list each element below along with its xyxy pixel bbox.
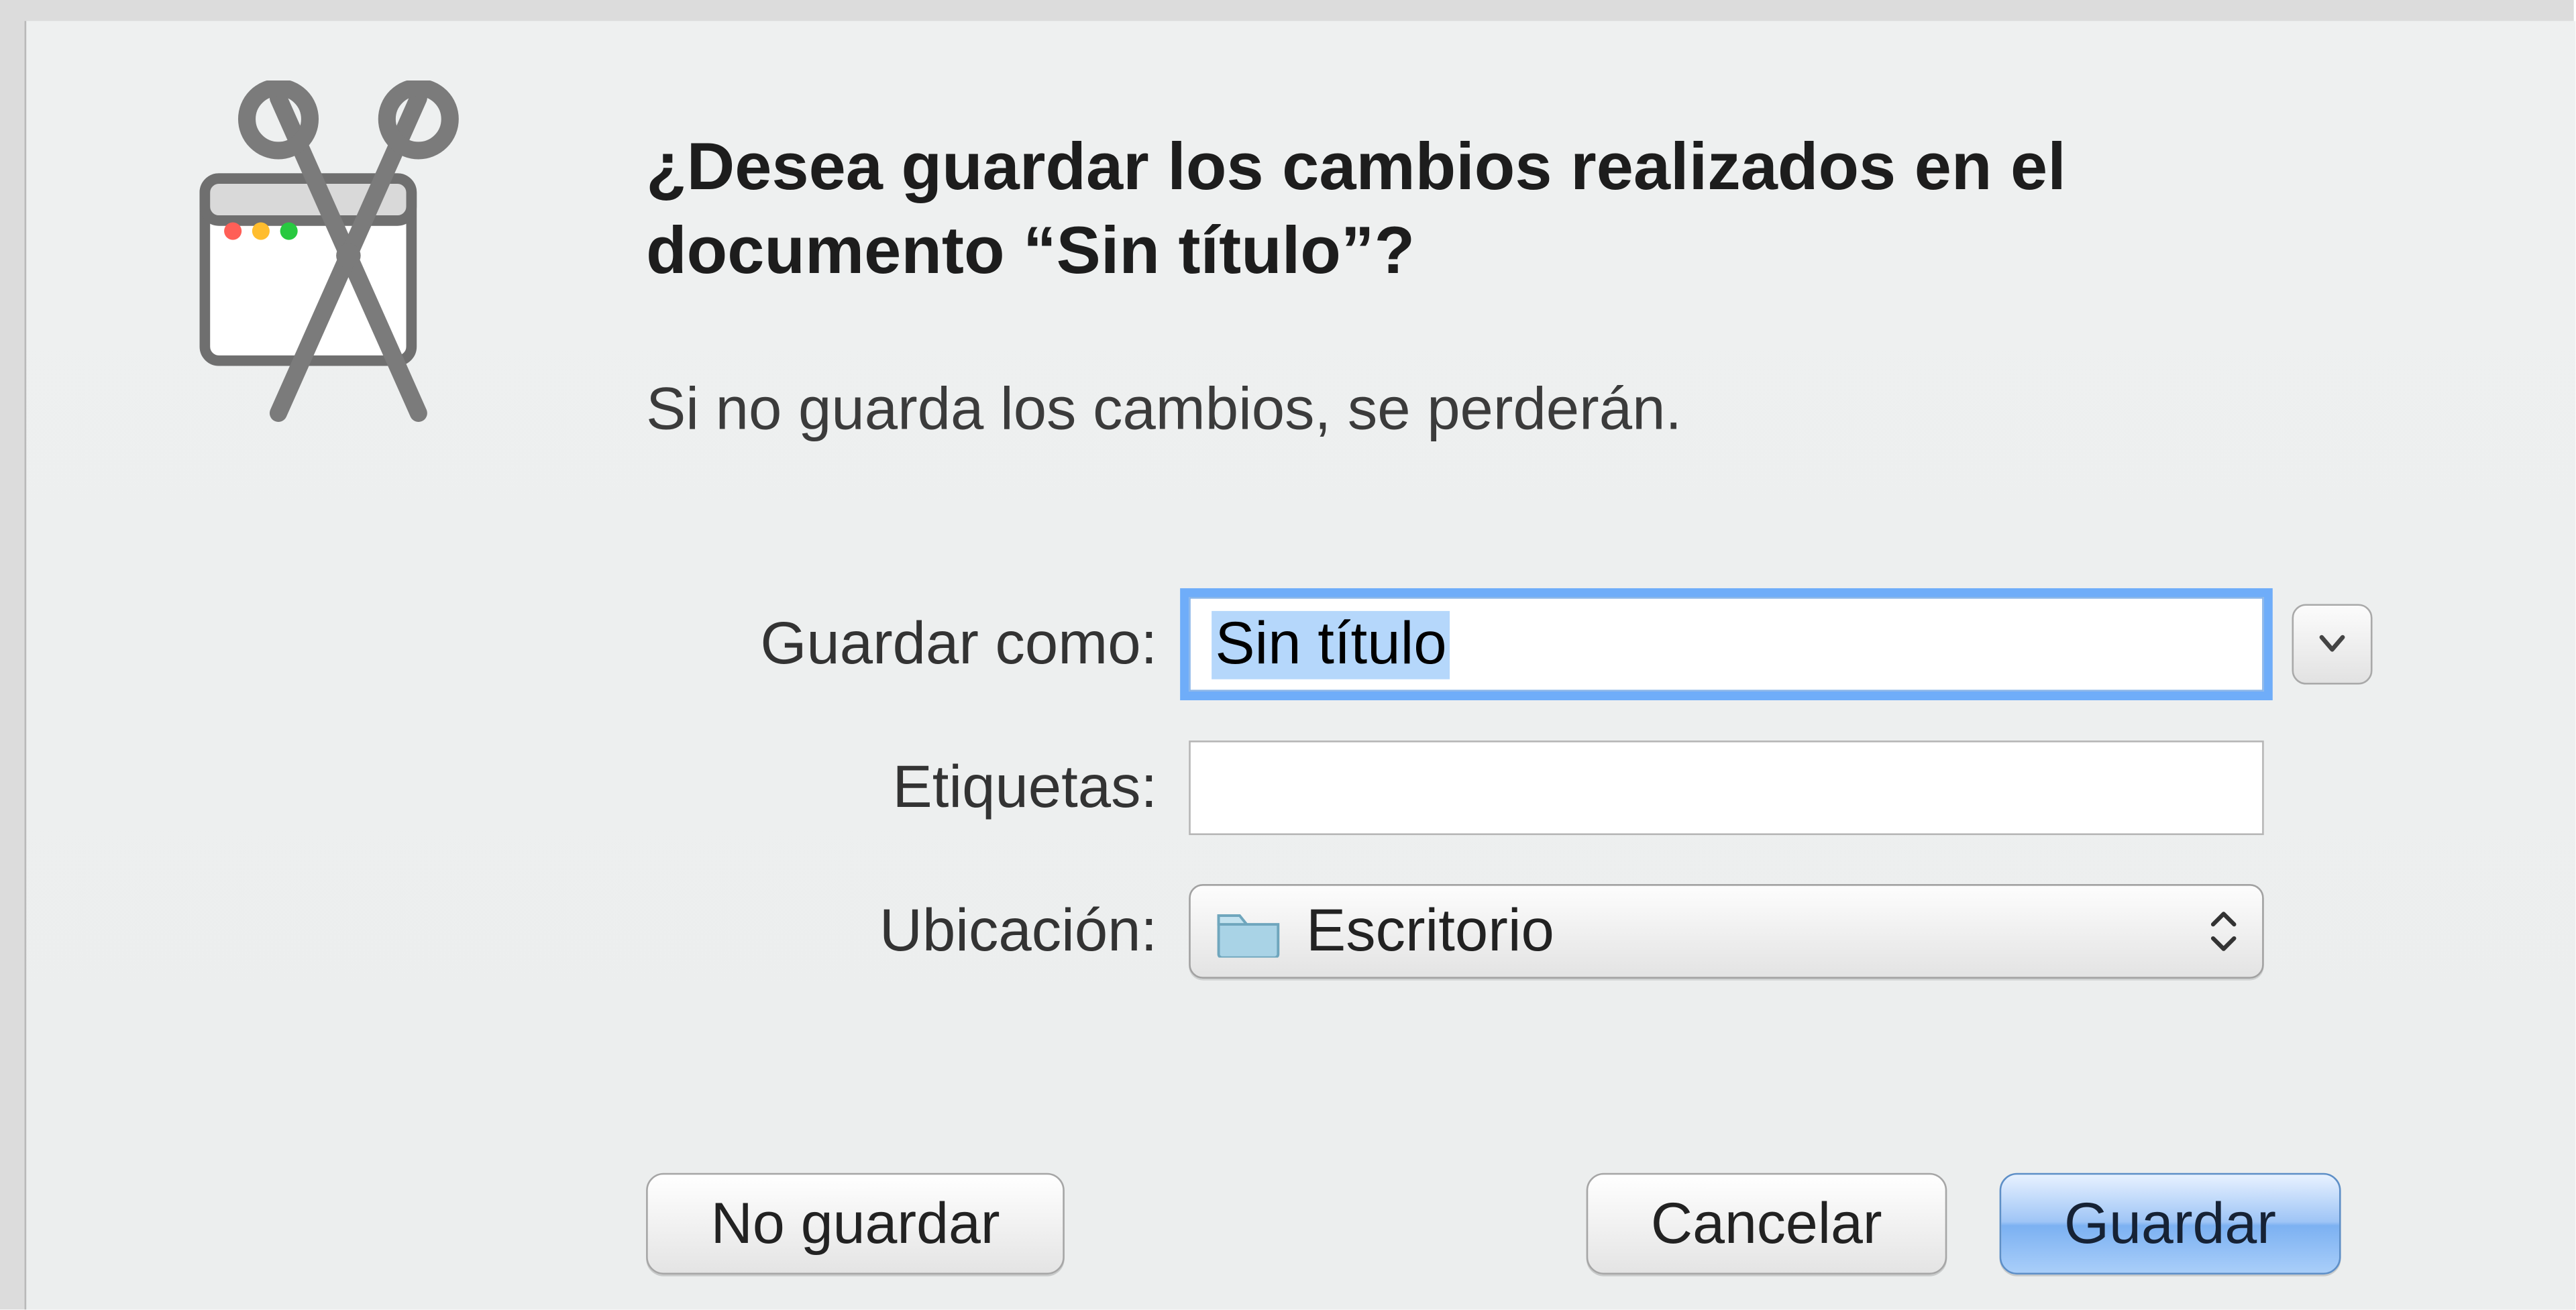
save-as-label: Guardar como: [649,610,1189,679]
save-as-value: Sin título [1212,610,1450,679]
folder-icon [1215,905,1281,957]
location-value: Escritorio [1306,897,1554,966]
location-label: Ubicación: [649,897,1189,966]
up-down-arrows-icon [2210,910,2238,952]
screenshot-scissors-icon [156,80,506,431]
dialog-heading: ¿Desea guardar los cambios realizados en… [646,126,2327,294]
chevron-down-icon [2318,634,2347,655]
location-popup[interactable]: Escritorio [1189,884,2264,979]
dialog-button-bar: No guardar Cancelar Guardar [646,1173,2341,1274]
save-button[interactable]: Guardar [1999,1173,2341,1274]
expand-save-panel-button[interactable] [2292,604,2372,684]
save-as-input[interactable]: Sin título [1189,597,2264,692]
cancel-button[interactable]: Cancelar [1586,1173,1947,1274]
save-form: Guardar como: Sin título Etiquetas: [649,592,2379,1022]
dont-save-button[interactable]: No guardar [646,1173,1065,1274]
tags-input[interactable] [1189,741,2264,835]
save-changes-dialog: ¿Desea guardar los cambios realizados en… [25,21,2576,1309]
dialog-subheading: Si no guarda los cambios, se perderán. [646,375,2327,445]
tags-label: Etiquetas: [649,754,1189,822]
